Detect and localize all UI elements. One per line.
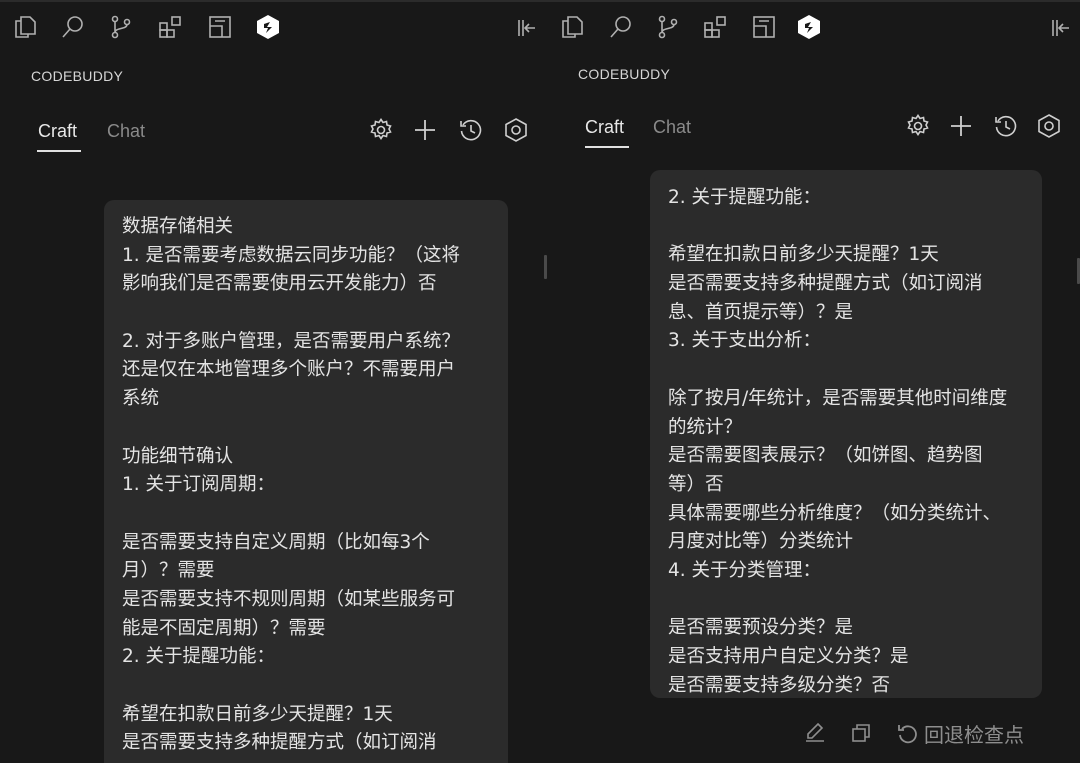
activity-bar bbox=[553, 0, 1080, 50]
tab-chat[interactable]: Chat bbox=[107, 121, 145, 142]
restore-checkpoint-button[interactable]: 回退检查点 bbox=[896, 719, 1024, 748]
message-line: 希望在扣款日前多少天提醒？1天 bbox=[668, 241, 1028, 270]
message-line: 是否需要图表展示？（如饼图、趋势图 bbox=[668, 442, 1028, 471]
explorer-icon[interactable] bbox=[559, 14, 585, 40]
codebuddy-icon[interactable] bbox=[255, 14, 281, 40]
copy-icon[interactable] bbox=[849, 721, 873, 745]
message-text: 数据存储相关1. 是否需要考虑数据云同步功能？（这将影响我们是否需要使用云开发能… bbox=[122, 213, 494, 758]
history-icon[interactable] bbox=[993, 113, 1019, 139]
message-line: 月度对比等）分类统计 bbox=[668, 528, 1028, 557]
edit-icon[interactable] bbox=[803, 720, 827, 744]
extension-settings-icon[interactable] bbox=[503, 117, 529, 143]
message-line: 月）？需要 bbox=[122, 557, 494, 586]
message-line bbox=[668, 356, 1028, 385]
message-line: 是否需要支持多种提醒方式（如订阅消 bbox=[122, 729, 494, 758]
search-icon[interactable] bbox=[608, 14, 634, 40]
message-line: 是否需要预设分类？是 bbox=[668, 614, 1028, 643]
message-line bbox=[122, 500, 494, 529]
collapse-panel-icon[interactable] bbox=[1049, 16, 1073, 40]
message-line: 具体需要哪些分析维度？（如分类统计、 bbox=[668, 500, 1028, 529]
right-panel: CODEBUDDY Craft Chat 2. 关于提醒功能： 希望在扣款日前多少… bbox=[553, 0, 1080, 763]
new-chat-icon[interactable] bbox=[412, 117, 438, 143]
message-line: 功能细节确认 bbox=[122, 443, 494, 472]
message-line: 是否需要支持多级分类？否 bbox=[668, 672, 1028, 698]
message-line: 系统 bbox=[122, 385, 494, 414]
history-icon[interactable] bbox=[458, 117, 484, 143]
message-line: 1. 是否需要考虑数据云同步功能？（这将 bbox=[122, 242, 494, 271]
message-line bbox=[668, 586, 1028, 615]
tab-craft-underline bbox=[37, 150, 81, 152]
checkpoint-label: 回退检查点 bbox=[924, 719, 1024, 748]
search-icon[interactable] bbox=[60, 14, 86, 40]
message-line: 还是仅在本地管理多个账户？不需要用户 bbox=[122, 356, 494, 385]
message-line: 3. 关于支出分析： bbox=[668, 327, 1028, 356]
message-line: 2. 关于提醒功能： bbox=[668, 184, 1028, 213]
message-line: 影响我们是否需要使用云开发能力）否 bbox=[122, 270, 494, 299]
message-line: 的统计？ bbox=[668, 414, 1028, 443]
message-line: 是否支持用户自定义分类？是 bbox=[668, 643, 1028, 672]
message-bubble: 2. 关于提醒功能： 希望在扣款日前多少天提醒？1天是否需要支持多种提醒方式（如订… bbox=[650, 170, 1042, 698]
message-line: 2. 对于多账户管理，是否需要用户系统？ bbox=[122, 328, 494, 357]
remote-explorer-icon[interactable] bbox=[751, 14, 777, 40]
extensions-icon[interactable] bbox=[702, 14, 728, 40]
restore-icon bbox=[896, 722, 920, 746]
settings-icon[interactable] bbox=[905, 113, 931, 139]
left-panel: CODEBUDDY Craft Chat 数据存储相关1. 是否需要考虑数据云同… bbox=[0, 0, 553, 763]
message-line: 希望在扣款日前多少天提醒？1天 bbox=[122, 701, 494, 730]
message-line: 是否需要支持自定义周期（比如每3个 bbox=[122, 529, 494, 558]
message-line bbox=[122, 414, 494, 443]
message-line: 1. 关于订阅周期： bbox=[122, 471, 494, 500]
message-line: 除了按月/年统计，是否需要其他时间维度 bbox=[668, 385, 1028, 414]
extensions-icon[interactable] bbox=[157, 14, 183, 40]
collapse-panel-icon[interactable] bbox=[515, 16, 539, 40]
message-line: 能是不固定周期）？需要 bbox=[122, 615, 494, 644]
message-line bbox=[122, 299, 494, 328]
message-text: 2. 关于提醒功能： 希望在扣款日前多少天提醒？1天是否需要支持多种提醒方式（如订… bbox=[668, 184, 1028, 698]
explorer-icon[interactable] bbox=[12, 14, 38, 40]
panel-title: CODEBUDDY bbox=[31, 68, 123, 84]
new-chat-icon[interactable] bbox=[948, 113, 974, 139]
message-line: 4. 关于分类管理： bbox=[668, 557, 1028, 586]
tab-chat[interactable]: Chat bbox=[653, 117, 691, 138]
settings-icon[interactable] bbox=[368, 117, 394, 143]
activity-bar bbox=[0, 0, 553, 50]
remote-explorer-icon[interactable] bbox=[207, 14, 233, 40]
source-control-icon[interactable] bbox=[108, 14, 134, 40]
message-line bbox=[122, 672, 494, 701]
message-line: 息、首页提示等）？是 bbox=[668, 299, 1028, 328]
tab-craft-underline bbox=[585, 146, 629, 148]
message-line: 是否需要支持不规则周期（如某些服务可 bbox=[122, 586, 494, 615]
extension-settings-icon[interactable] bbox=[1036, 113, 1062, 139]
message-line: 等）否 bbox=[668, 471, 1028, 500]
message-line: 是否需要支持多种提醒方式（如订阅消 bbox=[668, 270, 1028, 299]
tab-craft[interactable]: Craft bbox=[38, 121, 77, 142]
message-line: 2. 关于提醒功能： bbox=[122, 643, 494, 672]
source-control-icon[interactable] bbox=[655, 14, 681, 40]
tab-craft[interactable]: Craft bbox=[585, 117, 624, 138]
message-bubble: 数据存储相关1. 是否需要考虑数据云同步功能？（这将影响我们是否需要使用云开发能… bbox=[104, 200, 508, 763]
scrollbar-thumb[interactable] bbox=[544, 255, 547, 279]
message-line: 数据存储相关 bbox=[122, 213, 494, 242]
message-line bbox=[668, 213, 1028, 242]
panel-title: CODEBUDDY bbox=[578, 66, 670, 82]
codebuddy-icon[interactable] bbox=[796, 14, 822, 40]
